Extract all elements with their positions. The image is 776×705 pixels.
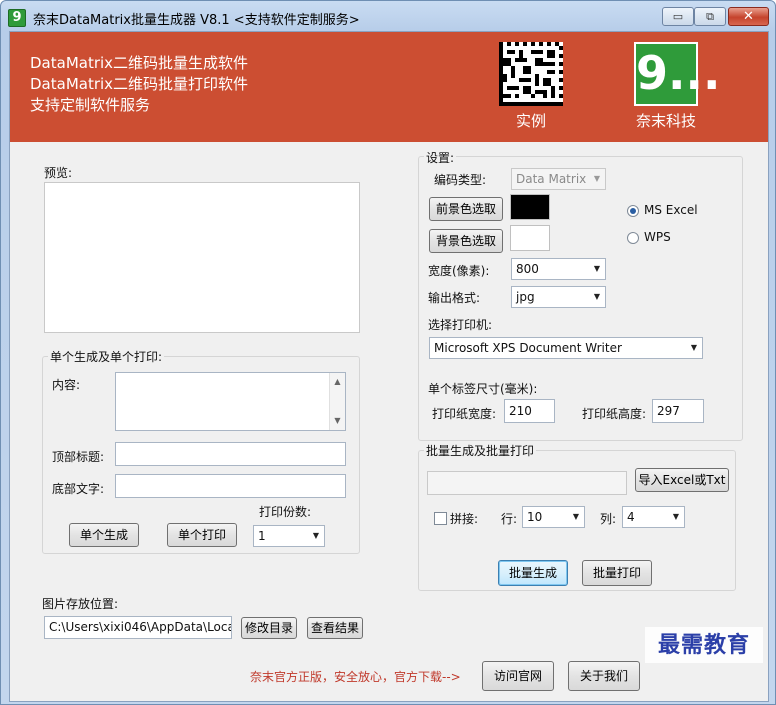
paper-height-input[interactable]: 297 [652,399,704,423]
foreground-color-swatch [510,194,550,220]
col-value: 4 [627,510,635,524]
bottom-text-label: 底部文字: [52,482,105,496]
visit-website-button[interactable]: 访问官网 [482,661,554,691]
chevron-down-icon: ▼ [672,512,679,521]
title-bar: 9 奈末DataMatrix批量生成器 V8.1 <支持软件定制服务> ▭ ⧉ … [1,1,775,31]
storage-label: 图片存放位置: [42,597,119,611]
window-title: 奈末DataMatrix批量生成器 V8.1 <支持软件定制服务> [33,13,360,28]
maximize-button[interactable]: ⧉ [694,7,726,26]
settings-group-title: 设置: [424,149,457,166]
row-label: 行: [501,512,518,526]
banner: DataMatrix二维码批量生成软件 DataMatrix二维码批量打印软件 … [10,32,768,142]
import-excel-button[interactable]: 导入Excel或Txt [635,468,729,492]
brand-logo-glyph: 9... [636,46,721,100]
chevron-down-icon: ▼ [572,512,579,521]
excel-radio-label[interactable]: MS Excel [644,203,698,217]
tile-checkbox[interactable] [434,512,447,525]
single-generate-button[interactable]: 单个生成 [69,523,139,547]
paper-width-input[interactable]: 210 [504,399,555,423]
storage-path-input[interactable]: C:\Users\xixi046\AppData\Local\T [44,616,232,639]
wps-radio[interactable] [627,232,639,244]
label-size-label: 单个标签尺寸(毫米): [428,382,538,396]
view-results-button[interactable]: 查看结果 [307,617,363,639]
scroll-down-icon[interactable]: ▼ [330,414,345,428]
format-value: jpg [516,290,535,304]
top-title-input[interactable] [115,442,346,466]
official-download-note: 奈末官方正版，安全放心，官方下载--> [250,670,461,684]
format-select[interactable]: jpg ▼ [511,286,606,308]
about-us-button[interactable]: 关于我们 [568,661,640,691]
background-color-button[interactable]: 背景色选取 [429,229,503,253]
content-textarea[interactable]: ▲ ▼ [115,372,346,431]
excel-radio[interactable] [627,205,639,217]
width-label: 宽度(像素): [428,264,490,278]
row-value: 10 [527,510,543,524]
copies-select[interactable]: 1 ▼ [253,525,325,547]
bottom-text-input[interactable] [115,474,346,498]
chevron-down-icon: ▼ [593,264,600,273]
batch-file-input[interactable] [427,471,627,495]
encoding-value: Data Matrix [516,172,587,186]
watermark: 最需教育 [645,627,763,663]
banner-line-1: DataMatrix二维码批量生成软件 [30,54,249,72]
encoding-label: 编码类型: [434,173,487,187]
chevron-down-icon: ▼ [690,343,697,352]
encoding-select[interactable]: Data Matrix ▼ [511,168,606,190]
col-label: 列: [600,512,617,526]
scroll-up-icon[interactable]: ▲ [330,375,345,389]
top-title-label: 顶部标题: [52,450,105,464]
paper-height-label: 打印纸高度: [582,407,647,421]
batch-group-title: 批量生成及批量打印 [424,442,537,459]
batch-print-button[interactable]: 批量打印 [582,560,652,586]
preview-label: 预览: [44,166,73,180]
printer-value: Microsoft XPS Document Writer [434,341,622,355]
chevron-down-icon: ▼ [312,531,319,540]
foreground-color-button[interactable]: 前景色选取 [429,197,503,221]
col-select[interactable]: 4 ▼ [622,506,685,528]
client-area: DataMatrix二维码批量生成软件 DataMatrix二维码批量打印软件 … [9,31,769,702]
width-value: 800 [516,262,539,276]
app-icon: 9 [8,9,26,27]
row-select[interactable]: 10 ▼ [522,506,585,528]
app-window: 9 奈末DataMatrix批量生成器 V8.1 <支持软件定制服务> ▭ ⧉ … [0,0,776,705]
content-label: 内容: [52,378,81,392]
banner-line-2: DataMatrix二维码批量打印软件 [30,75,249,93]
minimize-button[interactable]: ▭ [662,7,694,26]
datamatrix-example-image [499,42,563,106]
single-group-title: 单个生成及单个打印: [48,348,165,365]
copies-label: 打印份数: [259,505,312,519]
preview-area [44,182,360,333]
format-label: 输出格式: [428,291,481,305]
example-caption: 实例 [515,112,546,130]
brand-logo: 9... [634,42,721,106]
background-color-swatch [510,225,550,251]
banner-line-3: 支持定制软件服务 [30,96,151,114]
batch-generate-button[interactable]: 批量生成 [498,560,568,586]
chevron-down-icon: ▼ [593,174,600,183]
close-button[interactable]: ✕ [728,7,769,26]
copies-value: 1 [258,529,266,543]
brand-caption: 奈末科技 [635,112,696,130]
width-select[interactable]: 800 ▼ [511,258,606,280]
change-directory-button[interactable]: 修改目录 [241,617,297,639]
printer-label: 选择打印机: [428,318,493,332]
single-print-button[interactable]: 单个打印 [167,523,237,547]
content-scrollbar[interactable]: ▲ ▼ [329,373,345,430]
wps-radio-label[interactable]: WPS [644,230,671,244]
paper-width-label: 打印纸宽度: [432,407,497,421]
printer-select[interactable]: Microsoft XPS Document Writer ▼ [429,337,703,359]
tile-label[interactable]: 拼接: [450,510,478,527]
chevron-down-icon: ▼ [593,292,600,301]
